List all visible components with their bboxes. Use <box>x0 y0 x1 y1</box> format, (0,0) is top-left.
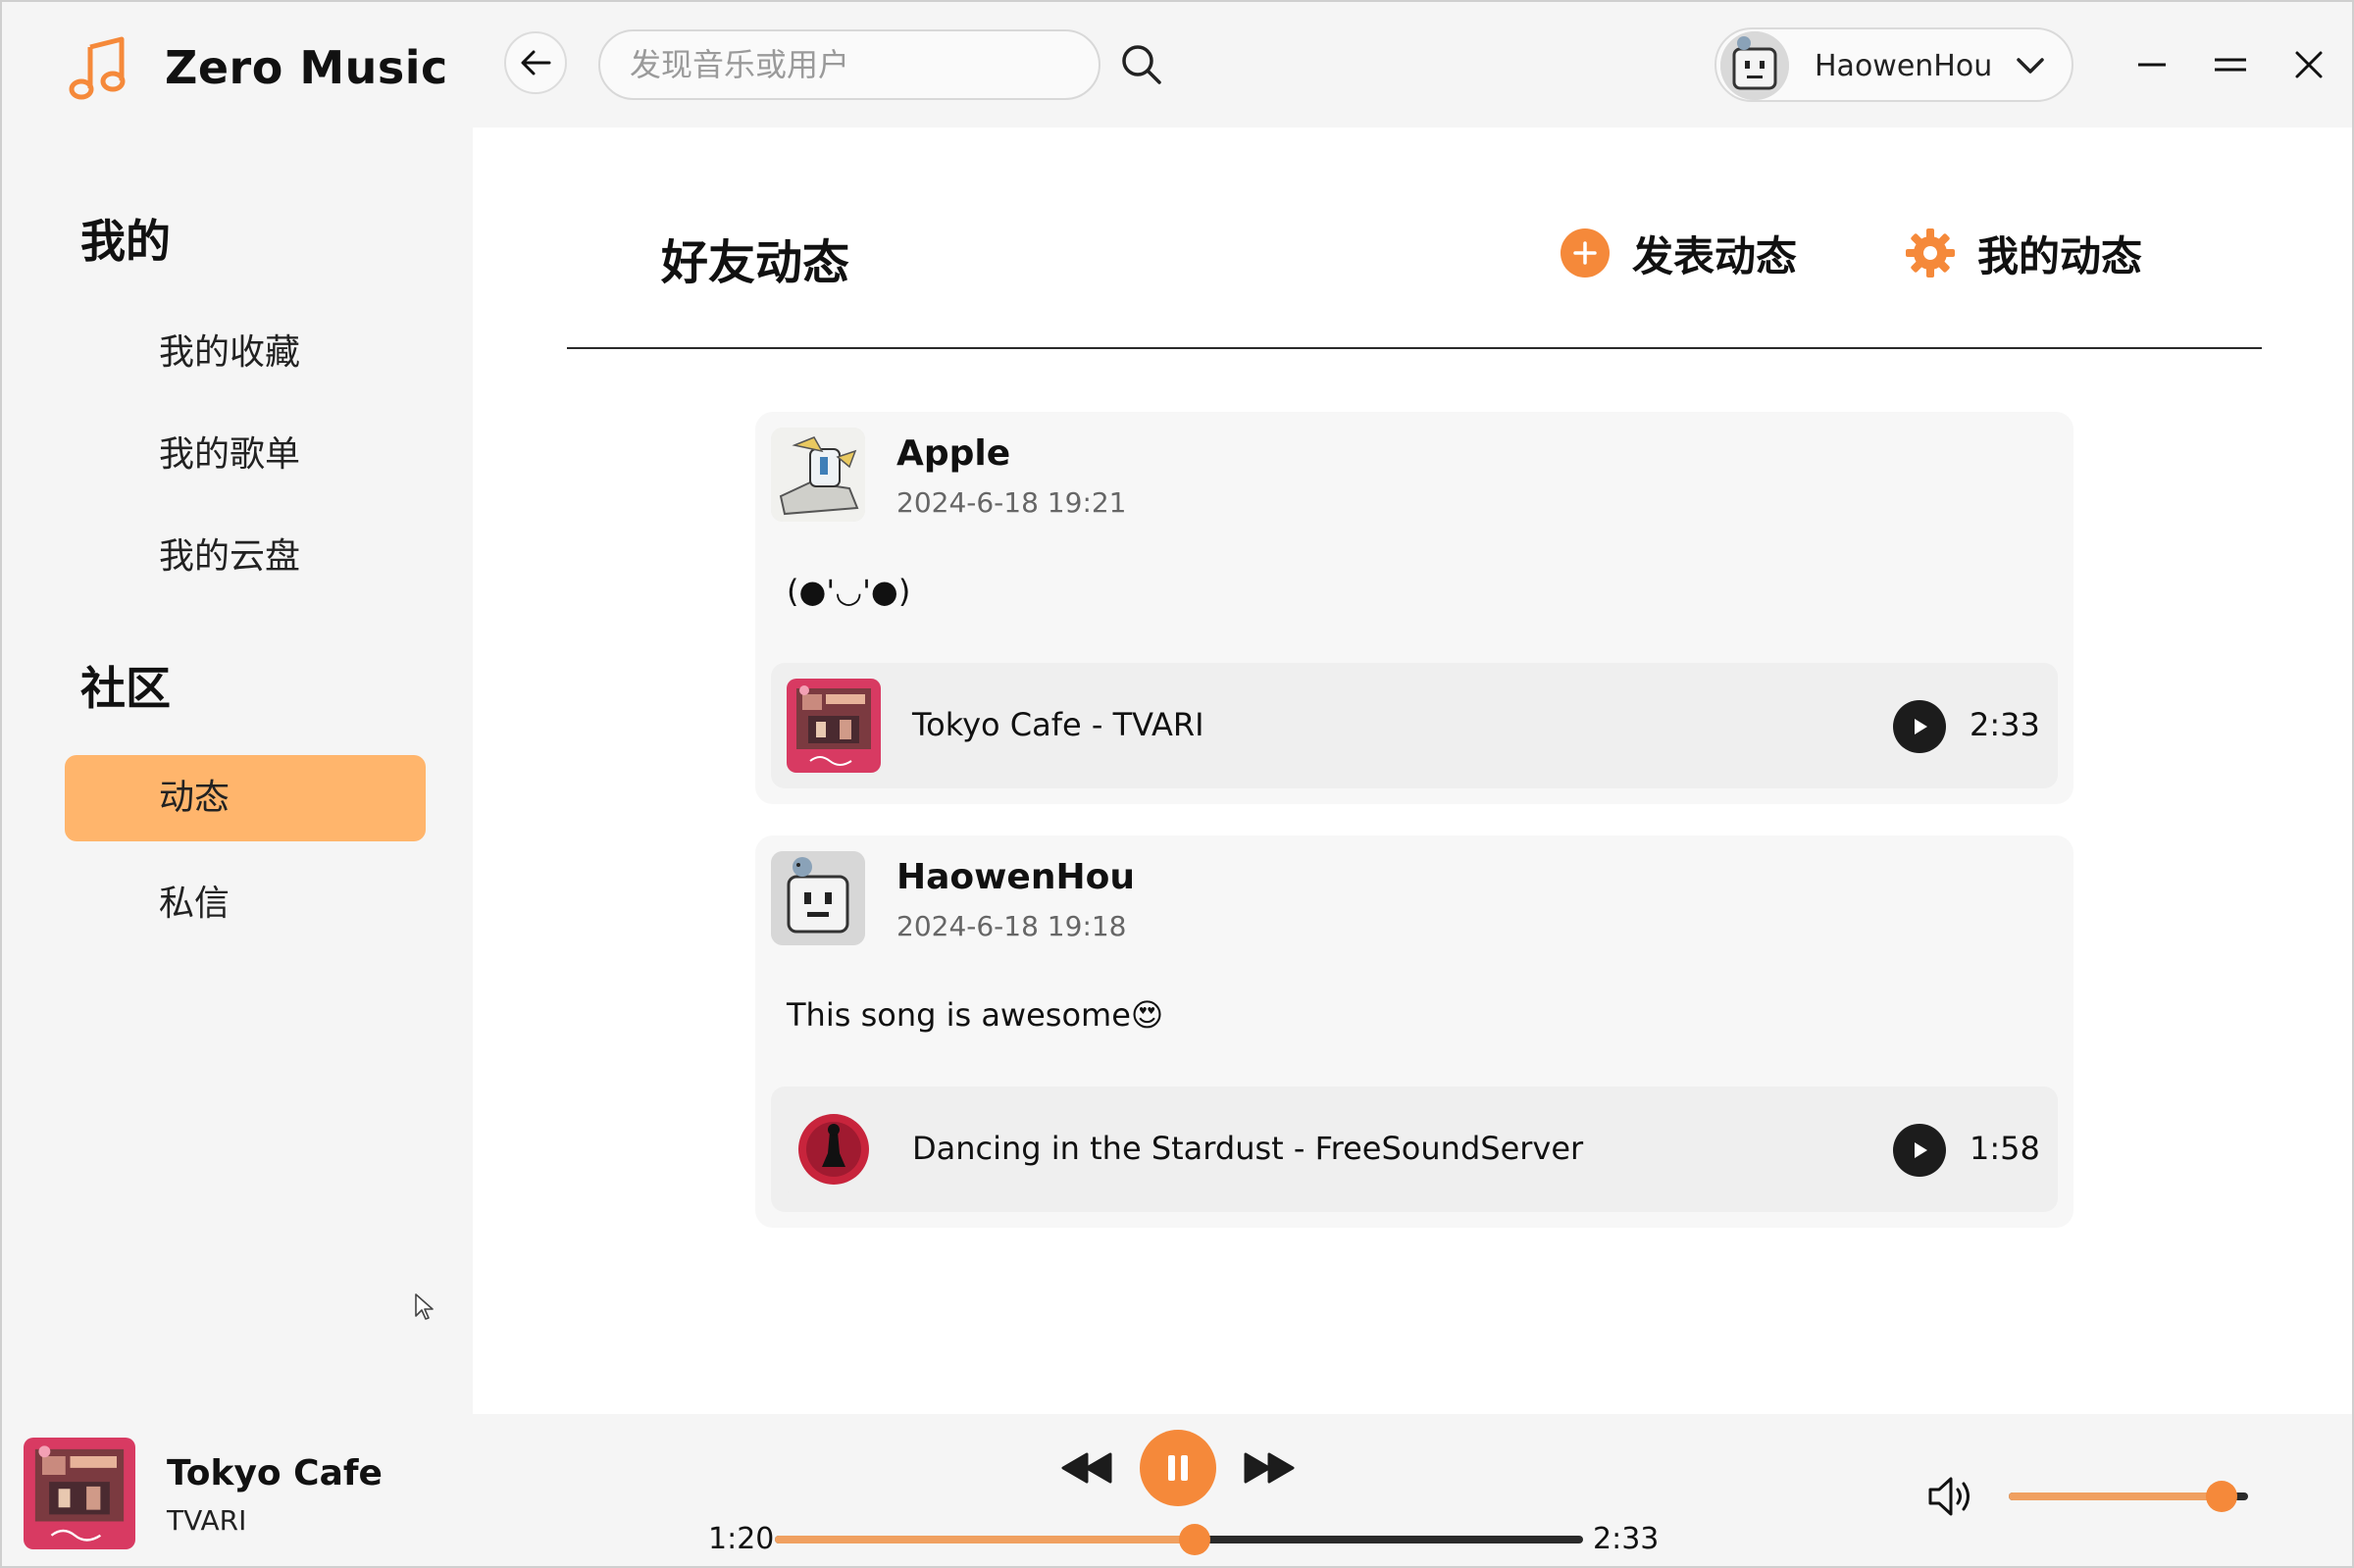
play-icon <box>1915 719 1927 734</box>
maximize-button[interactable] <box>2201 35 2260 94</box>
sidebar-item-messages[interactable]: 私信 <box>65 861 426 947</box>
music-note-icon <box>69 36 126 100</box>
minimize-icon <box>2138 63 2166 67</box>
previous-button[interactable] <box>1057 1443 1116 1492</box>
back-button[interactable] <box>504 31 567 94</box>
play-button[interactable] <box>1893 700 1946 753</box>
song-duration: 1:58 <box>1970 1130 2040 1167</box>
my-posts-button[interactable]: 我的动态 <box>1905 222 2142 284</box>
gear-icon <box>1905 228 1956 278</box>
feed-post: Apple 2024-6-18 19:21 (●'◡'●) Tokyo Cafe… <box>755 412 2073 804</box>
progress-slider[interactable] <box>775 1524 1583 1555</box>
plus-circle-icon <box>1560 228 1611 278</box>
song-cover <box>787 1102 881 1196</box>
search-icon <box>1122 45 1161 84</box>
main-content: 好友动态 发表动态 我的动态 Apple 2024-6-18 19:21 (●'… <box>473 127 2352 1414</box>
shared-song[interactable]: Tokyo Cafe - TVARI 2:33 <box>771 663 2058 788</box>
post-author[interactable]: Apple <box>896 433 1010 474</box>
rewind-icon <box>1061 1452 1112 1484</box>
shared-song[interactable]: Dancing in the Stardust - FreeSoundServe… <box>771 1087 2058 1212</box>
post-author[interactable]: HaowenHou <box>896 857 1135 897</box>
maximize-icon <box>2215 58 2246 72</box>
post-button[interactable]: 发表动态 <box>1560 222 1797 284</box>
page-title: 好友动态 <box>661 235 850 290</box>
volume-thumb[interactable] <box>2206 1481 2238 1512</box>
sidebar: 我的 我的收藏 我的歌单 我的云盘 社区 动态 私信 <box>2 127 473 1414</box>
now-playing-artist: TVARI <box>167 1504 247 1537</box>
chevron-down-icon <box>2017 58 2044 74</box>
user-avatar <box>1720 31 1789 100</box>
app-name: Zero Music <box>165 41 448 94</box>
progress-thumb[interactable] <box>1179 1524 1211 1555</box>
sidebar-item-feed[interactable]: 动态 <box>65 755 426 841</box>
song-duration: 2:33 <box>1970 706 2040 743</box>
post-time: 2024-6-18 19:18 <box>896 910 1127 942</box>
arrow-left-icon <box>521 50 551 76</box>
feed-post: HaowenHou 2024-6-18 19:18 This song is a… <box>755 835 2073 1228</box>
sidebar-heading-mine: 我的 <box>80 215 171 268</box>
player-bar: Tokyo Cafe TVARI 1:20 2:33 <box>2 1414 2352 1566</box>
song-title: Tokyo Cafe - TVARI <box>912 706 1204 743</box>
minimize-button[interactable] <box>2123 35 2181 94</box>
my-posts-button-label: 我的动态 <box>1977 231 2143 280</box>
header-divider <box>567 347 2262 349</box>
sidebar-item-cloud[interactable]: 我的云盘 <box>65 514 426 600</box>
close-button[interactable] <box>2279 35 2338 94</box>
search-button[interactable] <box>1114 37 1169 92</box>
app-window: Zero Music 发现音乐或用户 HaowenHou 我的 我的收藏 我的歌… <box>0 0 2354 1568</box>
now-playing-title: Tokyo Cafe <box>167 1453 383 1493</box>
total-time: 2:33 <box>1593 1522 1660 1556</box>
post-avatar[interactable] <box>771 428 865 522</box>
post-text: (●'◡'●) <box>787 573 911 610</box>
now-playing-cover[interactable] <box>24 1438 135 1549</box>
post-time: 2024-6-18 19:21 <box>896 486 1127 519</box>
title-bar: Zero Music 发现音乐或用户 HaowenHou <box>2 2 2352 127</box>
search-input[interactable] <box>598 29 1100 100</box>
play-icon <box>1915 1142 1927 1158</box>
sidebar-item-playlists[interactable]: 我的歌单 <box>65 412 426 498</box>
sidebar-item-favorites[interactable]: 我的收藏 <box>65 310 426 396</box>
pause-icon <box>1168 1455 1188 1481</box>
volume-slider[interactable] <box>2009 1481 2248 1512</box>
close-icon <box>2295 51 2323 78</box>
sidebar-heading-community: 社区 <box>80 662 171 715</box>
volume-fill <box>2009 1492 2223 1500</box>
progress-fill <box>775 1536 1196 1543</box>
mouse-cursor-icon <box>415 1293 434 1320</box>
pause-button[interactable] <box>1140 1430 1216 1506</box>
song-title: Dancing in the Stardust - FreeSoundServe… <box>912 1130 1584 1167</box>
play-button[interactable] <box>1893 1124 1946 1177</box>
volume-icon[interactable] <box>1922 1469 1977 1524</box>
elapsed-time: 1:20 <box>708 1522 775 1556</box>
song-cover <box>787 679 881 773</box>
user-menu[interactable]: HaowenHou <box>1714 27 2073 102</box>
fast-forward-icon <box>1244 1452 1295 1484</box>
user-name: HaowenHou <box>1815 49 1993 83</box>
post-button-label: 发表动态 <box>1632 231 1798 280</box>
next-button[interactable] <box>1240 1443 1299 1492</box>
post-text: This song is awesome😍 <box>787 996 1164 1034</box>
post-avatar[interactable] <box>771 851 865 945</box>
